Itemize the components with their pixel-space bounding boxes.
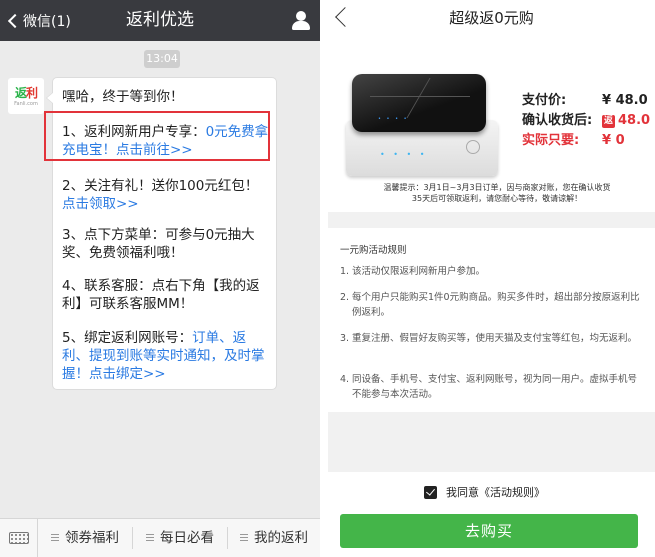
- actual-price-row: 实际只要: ¥ 0: [522, 131, 625, 151]
- rule-item: 4. 同设备、手机号、支付宝、返利网账号，视为同一用户。虚拟手机号不能参与本次活动…: [340, 374, 638, 400]
- menu-icon: [240, 534, 248, 541]
- bottom-menu: 领券福利 每日必看 我的返利: [0, 518, 320, 557]
- rebate-price: 返 48.0: [602, 113, 651, 128]
- menu-icon: [146, 534, 154, 541]
- message-item-3: 3、点下方菜单：可参与0元抽大奖、免费领福利哦！: [62, 227, 255, 261]
- rule-item: 2. 每个用户只能购买1件0元购商品。购买多件时，超出部分按原返利比例返利。: [340, 292, 640, 318]
- message-item-2: 2、关注有礼！送你100元红包！ 点击领取>>: [62, 177, 272, 213]
- pay-price: ¥ 48.0: [602, 93, 648, 108]
- menu-daily[interactable]: 每日必看: [133, 519, 227, 557]
- keyboard-toggle-button[interactable]: [0, 519, 38, 557]
- chevron-left-icon: [7, 13, 23, 28]
- keyboard-icon: [9, 532, 29, 544]
- rule-item: 1. 该活动仅限返利网新用户参加。: [340, 266, 486, 277]
- after-receipt-row: 确认收货后: 返 48.0: [522, 111, 650, 131]
- section-divider: [328, 212, 655, 228]
- section-divider: [328, 412, 655, 472]
- actual-price: ¥ 0: [602, 133, 625, 148]
- tv-box-image: • • • •: [352, 74, 486, 132]
- page-title: 超级返0元购: [449, 9, 534, 27]
- agree-rules-checkbox[interactable]: 我同意《活动规则》: [424, 486, 545, 500]
- message-item-5: 5、绑定返利网账号：订单、返利、提现到账等实时通知，及时掌握！点击绑定>>: [62, 329, 272, 383]
- chat-screen: 返利优选 微信(1) 13:04 返利 Fanli.com 嘿哈，终于等到你！ …: [0, 0, 320, 557]
- agree-label: 我同意《活动规则》: [446, 486, 545, 499]
- rule-item: 3. 重复注册、假冒好友购买等，使用天猫及支付宝等红包，均无返利。: [340, 333, 638, 344]
- menu-my-rebate[interactable]: 我的返利: [228, 519, 320, 557]
- greeting-text: 嘿哈，终于等到你！: [62, 89, 184, 105]
- message-text: 2、关注有礼！送你100元红包！: [62, 178, 259, 194]
- avatar[interactable]: 返利 Fanli.com: [8, 78, 44, 114]
- highlight-box: [44, 111, 270, 161]
- back-label: 微信(1): [23, 13, 71, 30]
- pay-price-row: 支付价: ¥ 48.0: [522, 91, 648, 111]
- message-item-4: 4、联系客服：点右下角【我的返利】可联系客服MM！: [62, 278, 260, 312]
- product-header: 超级返0元购: [328, 0, 655, 39]
- rebate-notice: 温馨提示：3月1日~3月3日订单，因与商家对账，您在确认收货 35天后可领取返利…: [383, 183, 611, 203]
- menu-icon: [51, 534, 59, 541]
- message-timestamp: 13:04: [144, 50, 180, 68]
- fanli-logo: 返利: [14, 86, 38, 100]
- product-image: • • • • • • • •: [342, 62, 506, 182]
- rebate-tag: 返: [602, 115, 615, 128]
- message-text: 5、绑定返利网账号：: [62, 330, 193, 346]
- chat-header: 返利优选 微信(1): [0, 0, 320, 41]
- rules-title: 一元购活动规则: [340, 245, 407, 256]
- menu-coupons[interactable]: 领券福利: [38, 519, 132, 557]
- buy-button[interactable]: 去购买: [340, 514, 638, 548]
- claim-redpacket-link[interactable]: 点击领取>>: [62, 196, 139, 212]
- product-screen: 超级返0元购 • • • • • • • • 支付价: ¥ 48.0 确认收货后…: [328, 0, 655, 557]
- avatar-domain: Fanli.com: [14, 101, 38, 107]
- back-button[interactable]: 微信(1): [6, 0, 71, 41]
- checkbox-checked-icon[interactable]: [424, 486, 437, 499]
- profile-icon[interactable]: [292, 11, 310, 31]
